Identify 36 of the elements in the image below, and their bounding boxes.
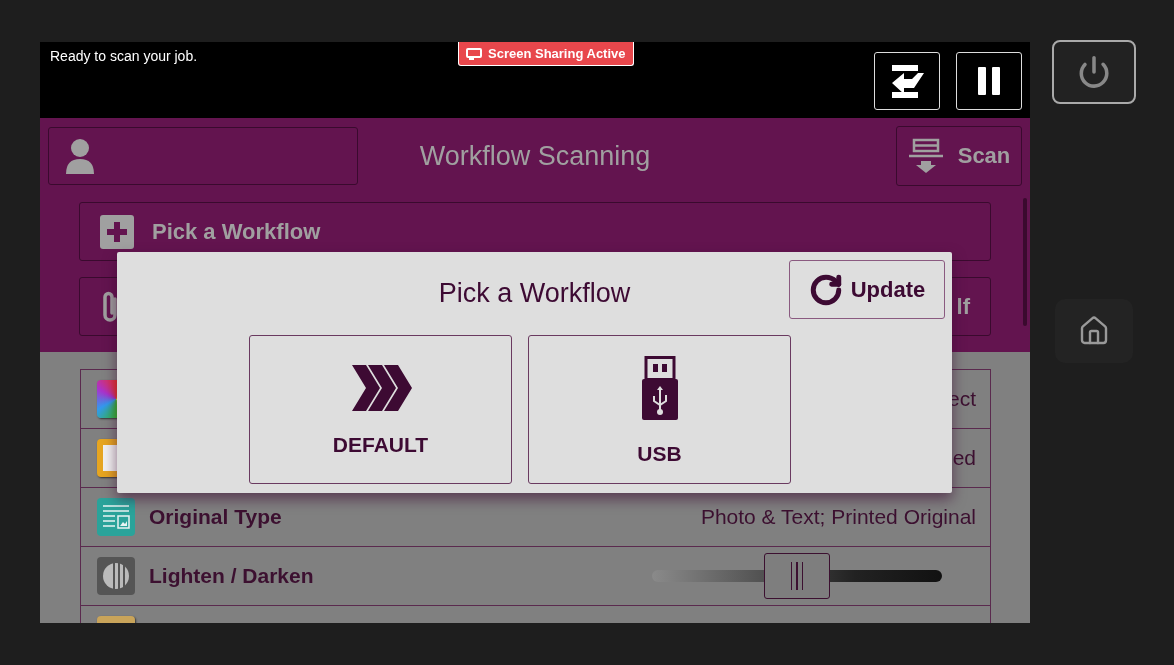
user-icon [65,138,95,174]
scan-icon [907,138,944,174]
power-icon [1077,55,1111,89]
setting-row[interactable]: Lighten / Darken [80,547,991,606]
feature-value: lf [956,293,970,320]
chevrons-icon [349,365,412,411]
scan-button[interactable]: Scan [896,126,1022,186]
workflow-option[interactable]: USB [528,335,791,484]
contrast-icon [97,557,135,595]
setting-label: Lighten / Darken [149,564,314,588]
dialog-title: Pick a Workflow [438,278,631,309]
status-message: Ready to scan your job. [50,48,199,64]
setting-value: Photo & Text; Printed Original [700,505,976,529]
pause-button[interactable] [956,52,1022,110]
setting-value: ed [952,446,976,470]
user-field[interactable] [48,127,358,185]
update-button[interactable]: Update [789,260,945,319]
app-title: Workflow Scanning [419,140,651,172]
interrupt-button[interactable] [874,52,940,110]
setting-row[interactable]: Original Type Photo & Text; Printed Original [80,488,991,547]
refresh-icon [808,272,843,307]
setting-label: Original Type [149,505,282,529]
workflow-option[interactable]: DEFAULT [249,335,512,484]
slider-thumb[interactable] [764,553,830,599]
power-button[interactable] [1052,40,1136,104]
home-icon [1078,315,1110,347]
feature-label: Pick a Workflow [152,218,321,245]
home-button[interactable] [1055,299,1133,363]
screen-share-icon [466,47,482,60]
usb-drive-icon [641,356,678,420]
document-icon [97,498,135,536]
paperclip-icon [100,289,120,324]
pause-icon [978,67,1000,95]
darkness-slider[interactable] [652,553,942,599]
plus-icon [100,214,134,249]
sharing-badge: Screen Sharing Active [458,42,634,66]
